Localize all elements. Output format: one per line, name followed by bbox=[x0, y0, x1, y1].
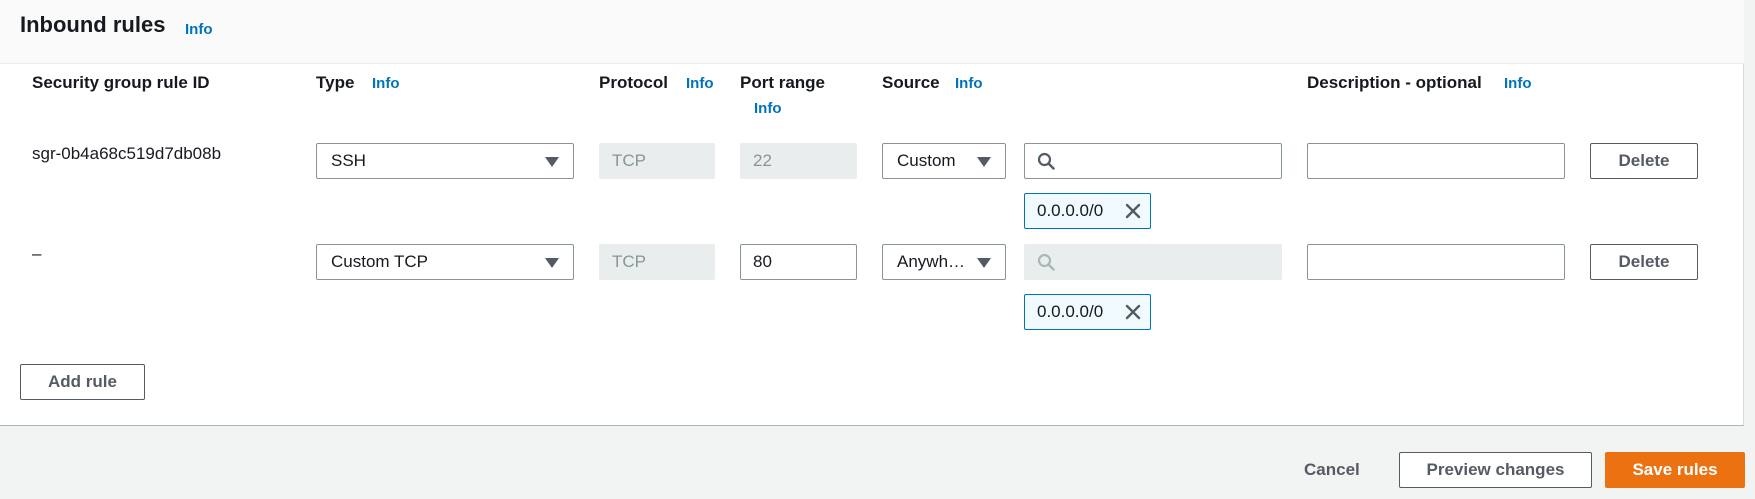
source-select[interactable]: Anywh… bbox=[882, 244, 1006, 280]
source-info-link[interactable]: Info bbox=[955, 75, 983, 92]
port-range-input[interactable]: 80 bbox=[740, 244, 857, 280]
column-header-source: Source bbox=[882, 73, 940, 92]
cidr-token: 0.0.0.0/0 bbox=[1024, 294, 1151, 330]
section-info-link[interactable]: Info bbox=[185, 21, 213, 38]
type-select-value: SSH bbox=[331, 151, 366, 170]
column-header-rule-id: Security group rule ID bbox=[32, 73, 210, 92]
protocol-info-link[interactable]: Info bbox=[686, 75, 714, 92]
column-header-port-range: Port range bbox=[740, 73, 826, 92]
source-select-value: Custom bbox=[897, 151, 956, 170]
column-header-description: Description - optional bbox=[1307, 73, 1482, 92]
port-range-info-link[interactable]: Info bbox=[754, 100, 782, 117]
save-rules-button[interactable]: Save rules bbox=[1605, 452, 1745, 488]
description-info-link[interactable]: Info bbox=[1504, 75, 1532, 92]
source-search-input bbox=[1024, 244, 1282, 280]
rule-id: – bbox=[32, 244, 42, 263]
close-icon[interactable] bbox=[1124, 202, 1142, 220]
caret-down-icon bbox=[545, 258, 559, 268]
caret-down-icon bbox=[545, 157, 559, 167]
source-search-input[interactable] bbox=[1024, 143, 1282, 179]
cidr-token-label: 0.0.0.0/0 bbox=[1037, 201, 1104, 220]
type-select-value: Custom TCP bbox=[331, 252, 428, 271]
type-select[interactable]: SSH bbox=[316, 143, 574, 179]
protocol-field: TCP bbox=[599, 244, 715, 280]
type-info-link[interactable]: Info bbox=[372, 75, 400, 92]
inbound-rules-panel: Inbound rules Info Security group rule I… bbox=[0, 0, 1744, 426]
cidr-token-label: 0.0.0.0/0 bbox=[1037, 302, 1104, 321]
caret-down-icon bbox=[977, 157, 991, 167]
source-select-value: Anywh… bbox=[897, 252, 966, 271]
search-icon bbox=[1037, 152, 1055, 170]
add-rule-button[interactable]: Add rule bbox=[20, 364, 145, 400]
type-select[interactable]: Custom TCP bbox=[316, 244, 574, 280]
panel-header: Inbound rules Info bbox=[0, 0, 1744, 64]
source-select[interactable]: Custom bbox=[882, 143, 1006, 179]
delete-rule-button[interactable]: Delete bbox=[1590, 143, 1698, 179]
preview-changes-button[interactable]: Preview changes bbox=[1399, 452, 1592, 488]
section-title: Inbound rules bbox=[20, 12, 166, 37]
column-header-type: Type bbox=[316, 73, 355, 92]
description-input[interactable] bbox=[1307, 244, 1565, 280]
description-input[interactable] bbox=[1307, 143, 1565, 179]
cidr-token: 0.0.0.0/0 bbox=[1024, 193, 1151, 229]
caret-down-icon bbox=[977, 258, 991, 268]
delete-rule-button[interactable]: Delete bbox=[1590, 244, 1698, 280]
cancel-button[interactable]: Cancel bbox=[1304, 460, 1360, 480]
protocol-field: TCP bbox=[599, 143, 715, 179]
search-icon bbox=[1037, 253, 1055, 271]
rule-id: sgr-0b4a68c519d7db08b bbox=[32, 144, 222, 163]
port-range-field: 22 bbox=[740, 143, 857, 179]
close-icon[interactable] bbox=[1124, 303, 1142, 321]
column-header-protocol: Protocol bbox=[599, 73, 668, 92]
